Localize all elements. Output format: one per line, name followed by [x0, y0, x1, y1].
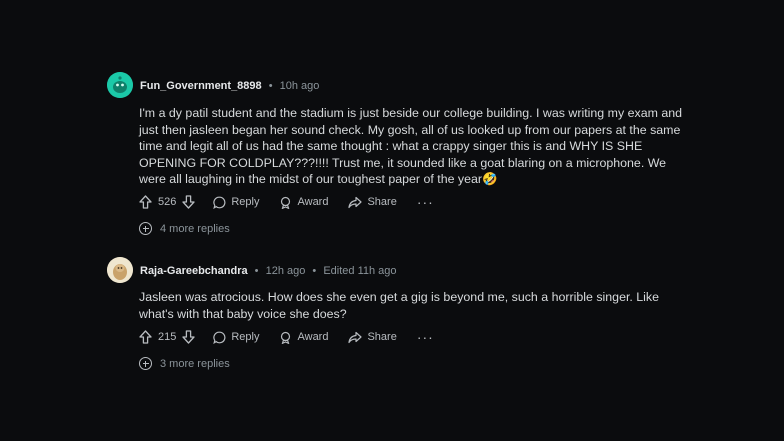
comment-time: 10h ago: [279, 80, 320, 92]
share-button[interactable]: Share: [348, 331, 397, 344]
comment-time: 12h ago: [265, 265, 306, 277]
more-replies-button[interactable]: 4 more replies: [139, 222, 230, 235]
more-replies-label: 4 more replies: [160, 222, 230, 235]
separator-dot: •: [254, 265, 259, 277]
more-options-icon[interactable]: ···: [417, 329, 434, 345]
share-icon: [348, 196, 363, 208]
comment-meta: Raja-Gareebchandra • 12h ago • Edited 11…: [140, 265, 397, 277]
vote-group: 215: [139, 330, 196, 344]
separator-dot: •: [312, 265, 317, 277]
award-button[interactable]: Award: [279, 196, 328, 209]
award-icon: [281, 196, 291, 209]
share-label: Share: [367, 331, 397, 343]
comment-actions: 215 Reply Award Share ···: [139, 329, 434, 345]
downvote-icon[interactable]: [182, 195, 196, 209]
more-replies-label: 3 more replies: [160, 357, 230, 370]
reply-label: Reply: [231, 196, 260, 208]
reply-label: Reply: [231, 331, 260, 343]
edited-label: Edited 11h ago: [323, 265, 397, 277]
award-icon: [281, 331, 291, 344]
username-link[interactable]: Raja-Gareebchandra: [140, 265, 248, 277]
separator-dot: •: [268, 80, 273, 92]
share-label: Share: [367, 196, 397, 208]
user-avatar[interactable]: [107, 72, 133, 98]
downvote-icon[interactable]: [182, 330, 196, 344]
comment-body: Jasleen was atrocious. How does she even…: [139, 290, 660, 321]
vote-count: 526: [158, 196, 177, 208]
comment-body: I'm a dy patil student and the stadium i…: [139, 106, 683, 186]
profile-photo-icon: [107, 257, 133, 283]
more-replies-button[interactable]: 3 more replies: [139, 357, 230, 370]
comment-meta: Fun_Government_8898 • 10h ago: [140, 80, 319, 92]
share-button[interactable]: Share: [348, 196, 397, 209]
comment-bubble-icon: [213, 331, 226, 344]
vote-count: 215: [158, 331, 177, 343]
vote-group: 526: [139, 195, 196, 209]
comment-bubble-icon: [213, 196, 226, 209]
upvote-icon[interactable]: [139, 195, 152, 209]
user-avatar[interactable]: [107, 257, 133, 283]
award-label: Award: [297, 331, 329, 343]
comment-actions: 526 Reply Award Share ···: [139, 194, 434, 210]
upvote-icon[interactable]: [139, 330, 152, 344]
snoo-avatar-icon: [107, 72, 133, 98]
expand-plus-icon: [139, 357, 152, 370]
reply-button[interactable]: Reply: [213, 196, 259, 209]
more-options-icon[interactable]: ···: [417, 194, 434, 210]
reply-button[interactable]: Reply: [213, 331, 259, 344]
expand-plus-icon: [139, 222, 152, 235]
username-link[interactable]: Fun_Government_8898: [140, 80, 262, 92]
award-label: Award: [297, 196, 329, 208]
share-icon: [348, 331, 363, 343]
award-button[interactable]: Award: [279, 331, 328, 344]
